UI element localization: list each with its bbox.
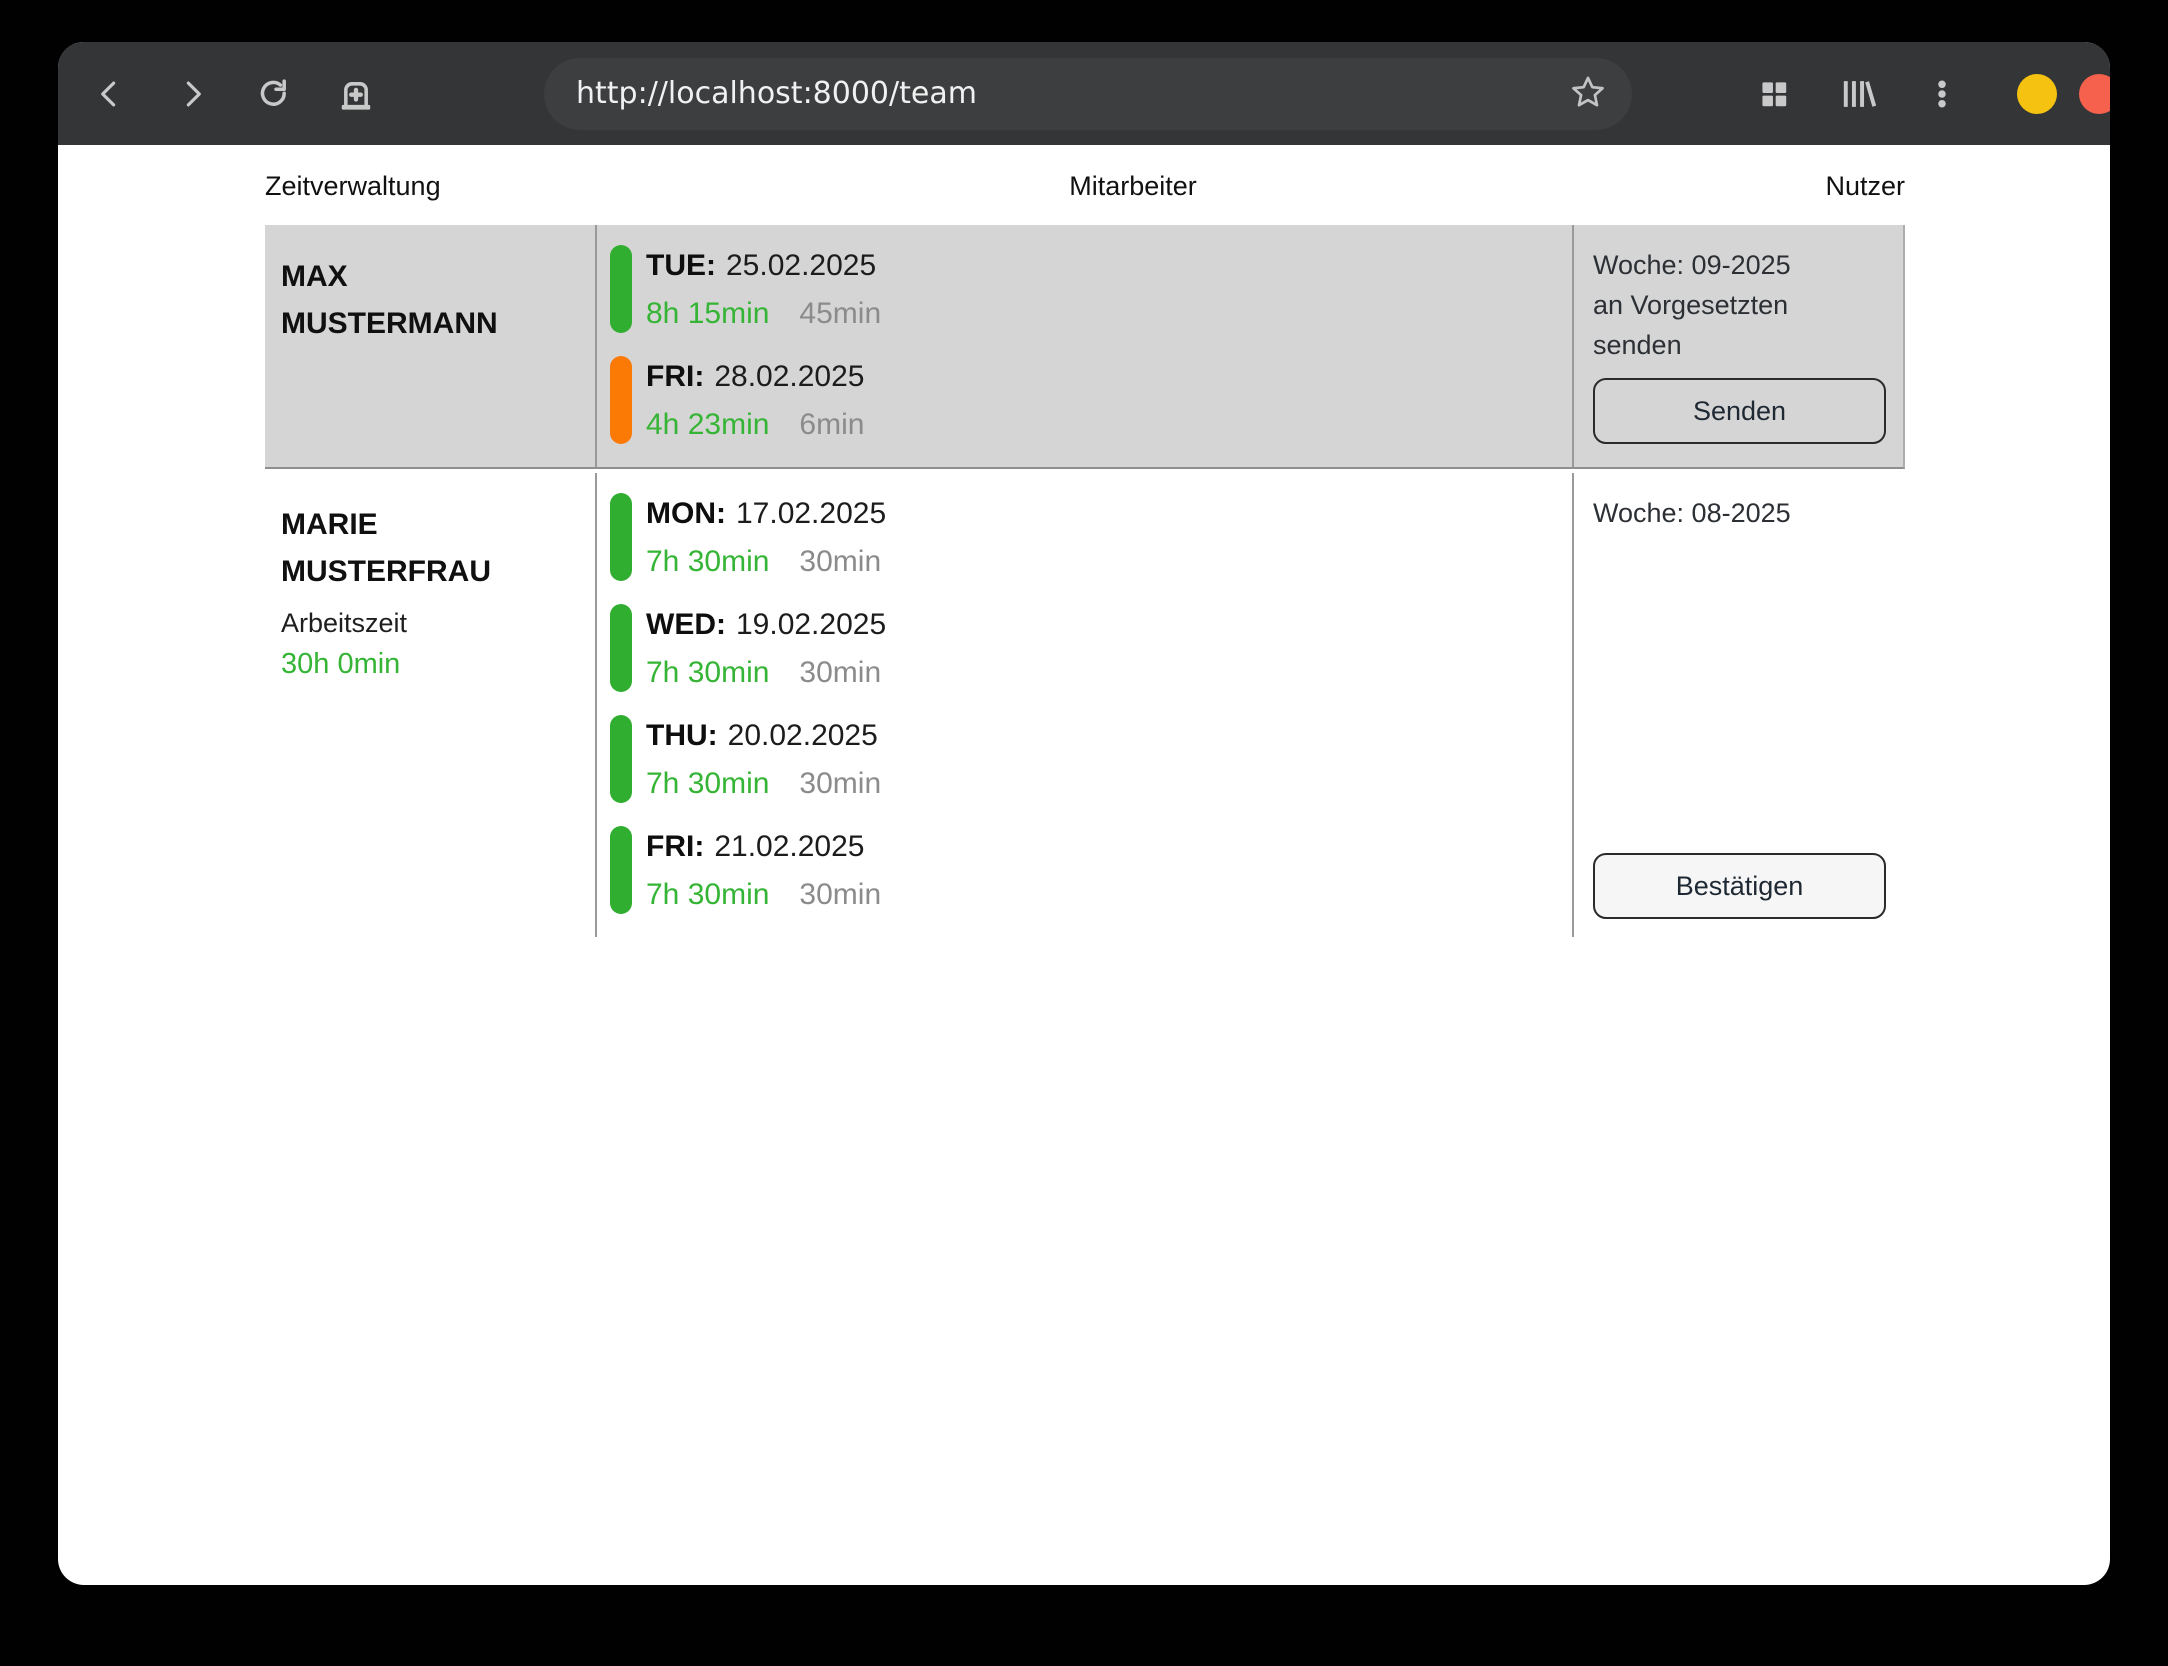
bookmark-button[interactable] [1568,74,1608,114]
entry-date: 20.02.2025 [728,719,878,752]
entry-day: FRI: [646,360,704,393]
week-label: Woche: 08-2025 [1593,493,1886,533]
library-button[interactable] [1836,72,1880,116]
tab-overview-grid-icon [1756,76,1792,112]
nav-mitarbeiter[interactable]: Mitarbeiter [1069,171,1197,202]
window-controls [2017,74,2110,114]
browser-window: http://localhost:8000/team [58,42,2110,1585]
entry-pause-time: 30min [799,878,881,911]
entry-text: THU: 20.02.2025 7h 30min 30min [646,715,881,803]
forward-button[interactable] [170,72,214,116]
reload-button[interactable] [252,72,296,116]
time-entry: MON: 17.02.2025 7h 30min 30min [610,493,1572,581]
entry-work-time: 7h 30min [646,656,769,689]
time-entry: TUE: 25.02.2025 8h 15min 45min [610,245,1572,333]
entry-day: TUE: [646,249,716,282]
entry-status-bar [610,826,632,914]
entry-status-bar [610,493,632,581]
kebab-menu-icon [1925,77,1959,111]
entry-work-time: 7h 30min [646,878,769,911]
entry-status-bar [610,356,632,444]
week-label: an Vorgesetzten [1593,285,1886,325]
time-entry: THU: 20.02.2025 7h 30min 30min [610,715,1572,803]
nav-zeitverwaltung[interactable]: Zeitverwaltung [265,171,441,202]
menu-button[interactable] [1920,72,1964,116]
url-bar[interactable]: http://localhost:8000/team [544,58,1632,130]
entry-status-bar [610,715,632,803]
employee-row-max: MAX MUSTERMANN TUE: 25.02.2025 8h 15min 45… [265,225,1905,469]
minimize-button[interactable] [2017,74,2057,114]
entry-date: 17.02.2025 [736,497,886,530]
tab-overview-button[interactable] [1752,72,1796,116]
entry-text: FRI: 21.02.2025 7h 30min 30min [646,826,881,914]
employee-entries-cell: TUE: 25.02.2025 8h 15min 45min FRI: 28.02.2… [595,225,1574,467]
entry-work-time: 8h 15min [646,297,769,330]
entry-text: FRI: 28.02.2025 4h 23min 6min [646,356,864,444]
url-text[interactable]: http://localhost:8000/team [576,76,977,111]
time-entry: FRI: 21.02.2025 7h 30min 30min [610,826,1572,914]
new-tab-button[interactable] [334,72,378,116]
week-label: senden [1593,325,1886,365]
entry-text: WED: 19.02.2025 7h 30min 30min [646,604,886,692]
employee-entries-cell: MON: 17.02.2025 7h 30min 30min WED: 19.02.2… [595,473,1574,937]
entry-work-time: 4h 23min [646,408,769,441]
entry-work-time: 7h 30min [646,545,769,578]
entry-text: TUE: 25.02.2025 8h 15min 45min [646,245,881,333]
week-cell: Woche: 09-2025 an Vorgesetzten senden Se… [1574,225,1905,467]
entry-text: MON: 17.02.2025 7h 30min 30min [646,493,886,581]
close-button[interactable] [2079,74,2110,114]
entry-pause-time: 45min [799,297,881,330]
worktime-label: Arbeitszeit [281,603,595,643]
page-nav: Zeitverwaltung Mitarbeiter Nutzer [265,167,1905,205]
nav-nutzer[interactable]: Nutzer [1825,171,1905,202]
entry-day: MON: [646,497,726,530]
entry-pause-time: 30min [799,545,881,578]
employee-name-line: MUSTERMANN [281,300,595,347]
week-label: Woche: 09-2025 [1593,245,1886,285]
entry-pause-time: 30min [799,656,881,689]
back-button[interactable] [88,72,132,116]
time-entry: FRI: 28.02.2025 4h 23min 6min [610,356,1572,444]
browser-toolbar: http://localhost:8000/team [58,42,2110,145]
forward-icon [175,77,209,111]
toolbar-right-icons [1752,72,1964,116]
senden-button[interactable]: Senden [1593,378,1886,444]
new-tab-icon [337,75,375,113]
week-cell: Woche: 08-2025 Bestätigen [1574,473,1905,937]
entry-work-time: 7h 30min [646,767,769,800]
entry-day: WED: [646,608,726,641]
entry-day: THU: [646,719,718,752]
entry-date: 19.02.2025 [736,608,886,641]
entry-date: 28.02.2025 [714,360,864,393]
reload-icon [255,75,293,113]
entry-status-bar [610,245,632,333]
entry-pause-time: 6min [799,408,864,441]
back-icon [93,77,127,111]
library-icon [1839,75,1877,113]
entry-status-bar [610,604,632,692]
employee-name-line: MARIE [281,501,595,548]
employee-name-cell: MARIE MUSTERFRAU Arbeitszeit 30h 0min [265,473,595,937]
employee-name-cell: MAX MUSTERMANN [265,225,595,467]
entry-pause-time: 30min [799,767,881,800]
time-entry: WED: 19.02.2025 7h 30min 30min [610,604,1572,692]
entry-date: 21.02.2025 [714,830,864,863]
bestaetigen-button[interactable]: Bestätigen [1593,853,1886,919]
employee-name-line: MUSTERFRAU [281,548,595,595]
entry-date: 25.02.2025 [726,249,876,282]
entry-day: FRI: [646,830,704,863]
worktime-value: 30h 0min [281,643,595,685]
employee-row-marie: MARIE MUSTERFRAU Arbeitszeit 30h 0min MO… [265,473,1905,937]
page-content: Zeitverwaltung Mitarbeiter Nutzer MAX MU… [58,145,2110,937]
employee-name-line: MAX [281,253,595,300]
bookmark-star-icon [1570,74,1606,113]
